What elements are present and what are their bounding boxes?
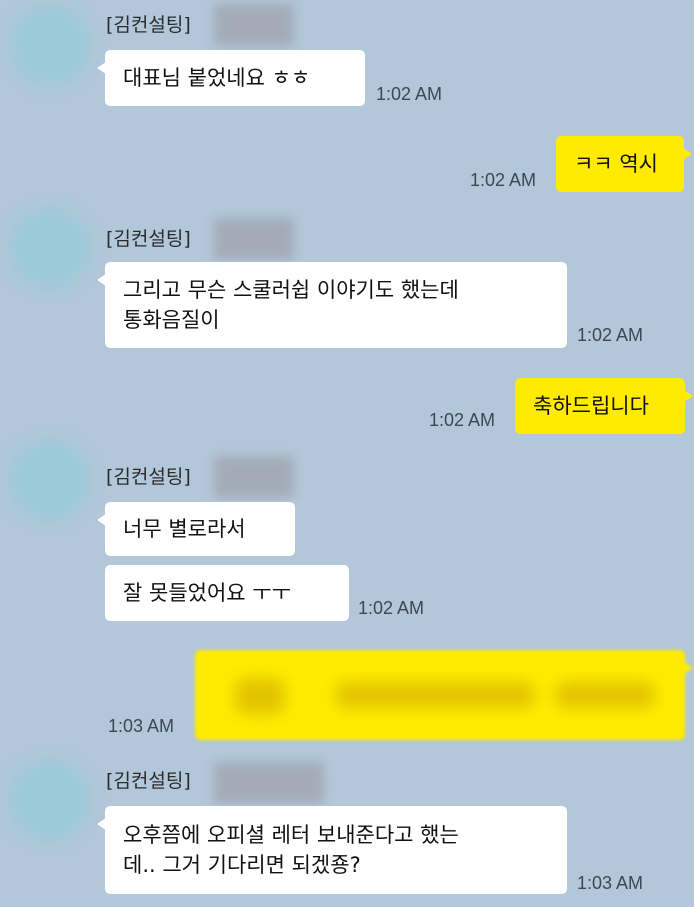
sender-name: [김컨설팅] [106,14,191,36]
message-text: 너무 별로라서 [123,517,246,541]
message-bubble[interactable]: 대표님 붙었네요 ㅎㅎ [97,50,365,106]
message-text: 그리고 무슨 스쿨러쉽 이야기도 했는데 [123,278,459,302]
sender-name-redacted [214,456,294,498]
sender-name: [김컨설팅] [106,228,191,250]
message-text: 통화음질이 [123,308,220,332]
sender-avatar[interactable] [10,208,90,288]
message-text: 데.. 그거 기다리면 되겠죵? [123,853,361,877]
message-time: 1:02 AM [358,598,425,618]
message-time: 1:02 AM [470,170,537,190]
sender-name-redacted [214,4,294,46]
message-time: 1:02 AM [429,410,496,430]
message-bubble[interactable]: ㅋㅋ 역시 [556,136,692,192]
message-text: 대표님 붙었네요 ㅎㅎ [123,66,311,90]
sender-avatar[interactable] [10,440,90,520]
message-bubble[interactable]: 너무 별로라서 [97,502,295,556]
message-text: 축하드립니다 [533,394,649,418]
message-time: 1:03 AM [577,873,644,893]
message-text: 잘 못들었어요 ㅜㅜ [123,581,291,605]
sender-avatar[interactable] [10,5,90,85]
sender-name-redacted [214,762,324,804]
sender-avatar[interactable] [10,760,90,840]
sender-name: [김컨설팅] [106,770,191,792]
message-text: 오후쯤에 오피셜 레터 보내준다고 했는 [123,823,459,847]
message-bubble[interactable]: 잘 못들었어요 ㅜㅜ [105,565,349,621]
message-time: 1:02 AM [376,84,443,104]
message-bubble[interactable]: 오후쯤에 오피셜 레터 보내준다고 했는 데.. 그거 기다리면 되겠죵? [97,806,567,894]
message-bubble[interactable]: 축하드립니다 [515,378,693,434]
message-time: 1:03 AM [108,716,175,736]
sender-name: [김컨설팅] [106,466,191,488]
message-text: ㅋㅋ 역시 [574,152,658,176]
message-bubble[interactable]: 그리고 무슨 스쿨러쉽 이야기도 했는데 통화음질이 [97,262,567,348]
sender-name-redacted [214,218,294,260]
message-time: 1:02 AM [577,325,644,345]
redacted-message-content [225,672,665,718]
